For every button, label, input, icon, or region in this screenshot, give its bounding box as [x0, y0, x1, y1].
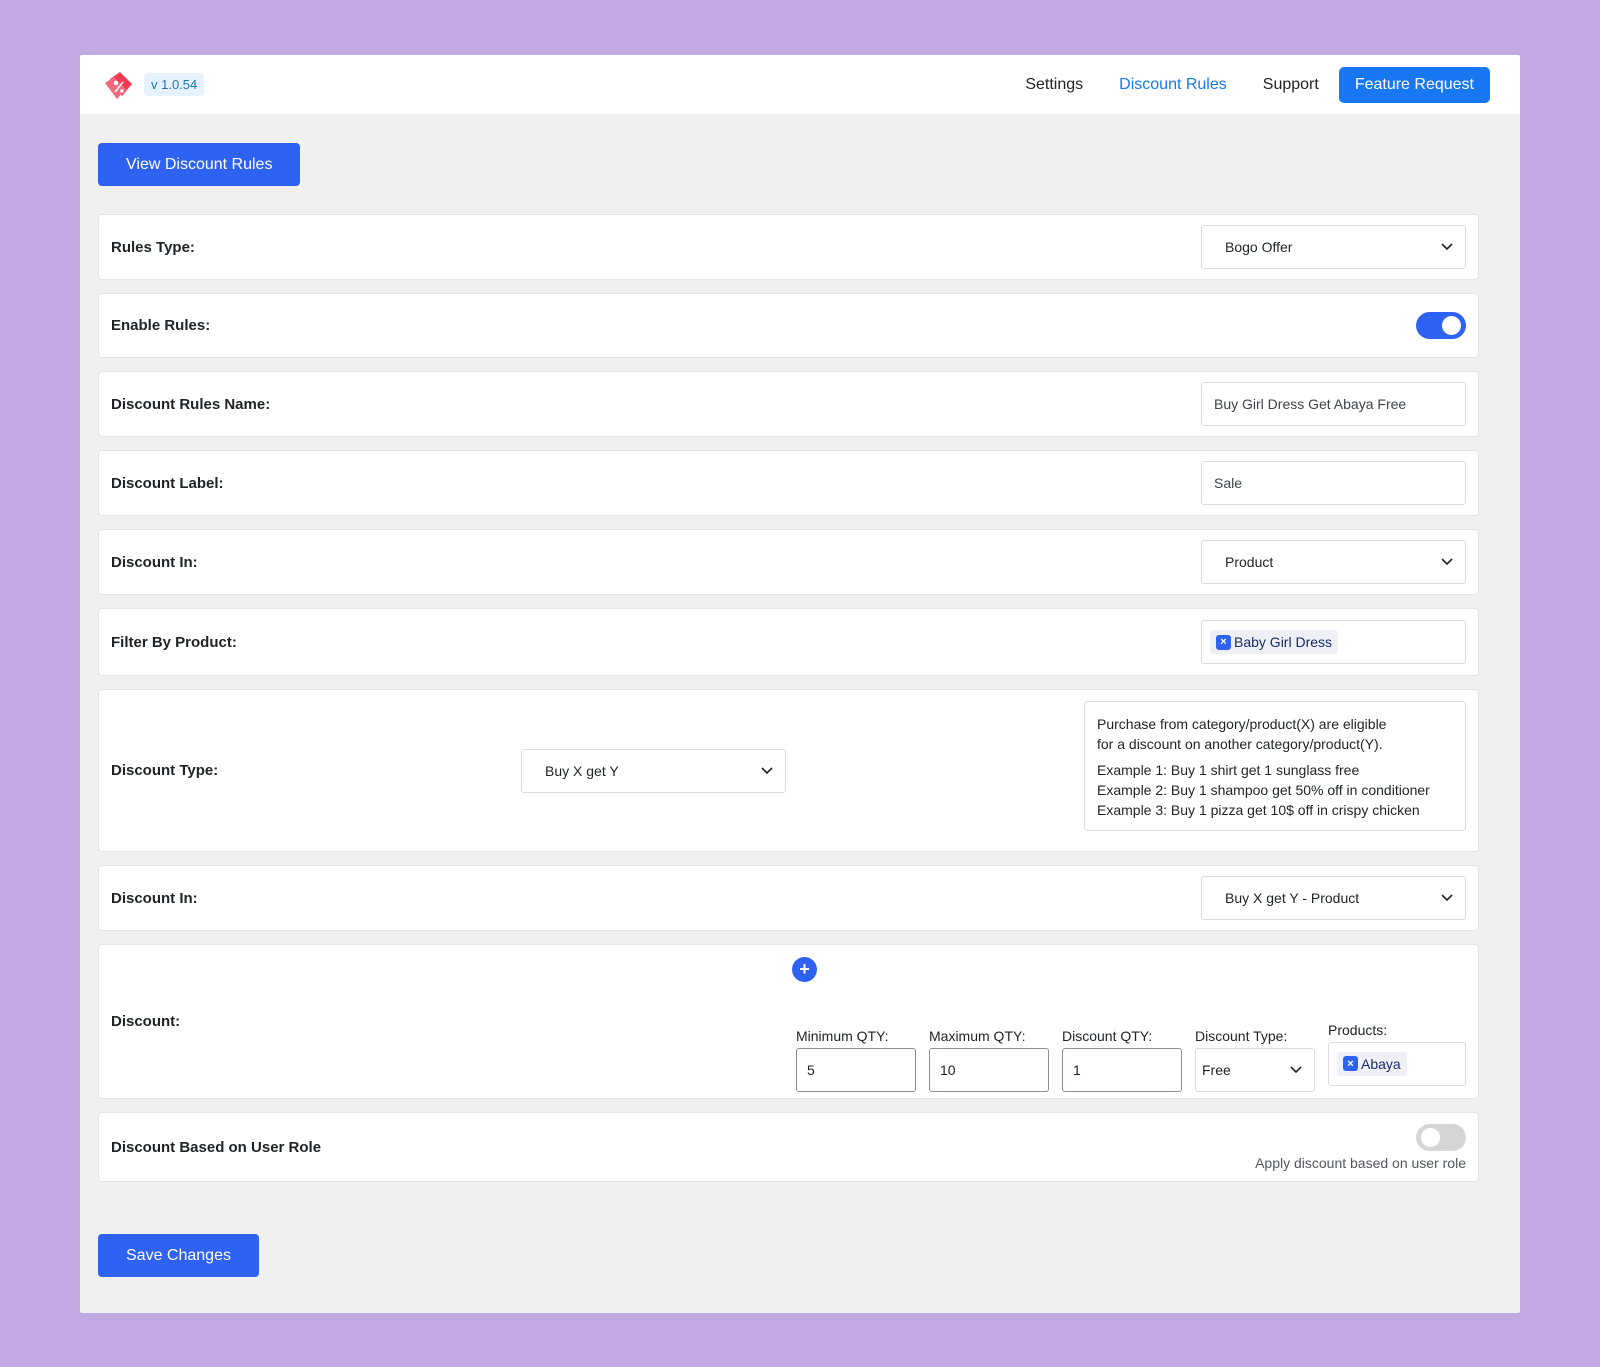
- nav-settings[interactable]: Settings: [1025, 76, 1083, 94]
- user-role-row: Discount Based on User Role Apply discou…: [98, 1112, 1479, 1182]
- add-discount-icon[interactable]: +: [792, 957, 817, 982]
- discount-qty-group: Discount QTY: 1: [1062, 1028, 1182, 1092]
- user-role-toggle[interactable]: [1416, 1123, 1466, 1151]
- remove-tag-icon[interactable]: ×: [1216, 634, 1231, 650]
- chevron-down-icon: [1441, 558, 1453, 566]
- version-badge: v 1.0.54: [144, 73, 205, 96]
- discount-label: Discount:: [111, 1013, 181, 1030]
- example-1: Example 1: Buy 1 shirt get 1 sunglass fr…: [1097, 762, 1360, 778]
- view-discount-rules-button[interactable]: View Discount Rules: [98, 143, 301, 186]
- discount-type-value: Buy X get Y: [545, 762, 619, 779]
- discount-qty-input[interactable]: 1: [1062, 1047, 1182, 1092]
- min-qty-input[interactable]: 5: [796, 1047, 916, 1092]
- max-qty-label: Maximum QTY:: [929, 1027, 1026, 1044]
- example-2: Example 2: Buy 1 shampoo get 50% off in …: [1097, 782, 1430, 798]
- save-changes-button[interactable]: Save Changes: [98, 1234, 259, 1277]
- max-qty-input[interactable]: 10: [929, 1047, 1049, 1092]
- discount-type-select[interactable]: Buy X get Y: [521, 748, 786, 793]
- filter-product-multiselect[interactable]: × Baby Girl Dress: [1201, 620, 1466, 664]
- top-bar: v 1.0.54 Settings Discount Rules Support…: [80, 55, 1520, 114]
- discount-type-mini-label: Discount Type:: [1195, 1027, 1288, 1044]
- enable-rules-row: Enable Rules:: [98, 293, 1479, 358]
- rules-name-input[interactable]: Buy Girl Dress Get Abaya Free: [1201, 382, 1466, 426]
- toggle-knob: [1442, 316, 1461, 335]
- discount-in-select[interactable]: Product: [1201, 540, 1466, 584]
- product-tag-label: Baby Girl Dress: [1234, 634, 1333, 650]
- main-nav: Settings Discount Rules Support Feature …: [989, 66, 1490, 103]
- user-role-control: Apply discount based on user role: [1255, 1123, 1466, 1171]
- product-tag-label: Abaya: [1361, 1055, 1401, 1072]
- rules-type-value: Bogo Offer: [1225, 239, 1293, 255]
- info-line-1: Purchase from category/product(X) are el…: [1097, 716, 1387, 732]
- min-qty-group: Minimum QTY: 5: [796, 1028, 916, 1092]
- filter-product-label: Filter By Product:: [111, 633, 237, 651]
- user-role-label: Discount Based on User Role: [111, 1138, 322, 1156]
- main-content: View Discount Rules Rules Type: Bogo Off…: [80, 114, 1520, 1277]
- app-window: v 1.0.54 Settings Discount Rules Support…: [80, 55, 1520, 1313]
- discount-label-input[interactable]: Sale: [1201, 461, 1466, 505]
- discount-type-info: Purchase from category/product(X) are el…: [1084, 701, 1466, 831]
- enable-rules-toggle[interactable]: [1416, 312, 1466, 339]
- rules-name-label: Discount Rules Name:: [111, 395, 271, 413]
- chevron-down-icon: [1441, 243, 1453, 251]
- products-group: Products: × Abaya: [1328, 1022, 1466, 1086]
- discount-label-label: Discount Label:: [111, 474, 224, 492]
- info-line-2: for a discount on another category/produ…: [1097, 736, 1383, 752]
- discount-label-row: Discount Label: Sale: [98, 450, 1479, 516]
- feature-request-button[interactable]: Feature Request: [1338, 66, 1490, 103]
- nav-support[interactable]: Support: [1263, 76, 1319, 94]
- min-qty-label: Minimum QTY:: [796, 1027, 889, 1044]
- user-role-hint: Apply discount based on user role: [1255, 1154, 1466, 1171]
- chevron-down-icon: [1441, 894, 1453, 902]
- products-label: Products:: [1328, 1021, 1388, 1038]
- discount-in-2-row: Discount In: Buy X get Y - Product: [98, 865, 1479, 931]
- discount-in-2-value: Buy X get Y - Product: [1225, 890, 1360, 906]
- discount-type-label: Discount Type:: [111, 762, 219, 779]
- discount-row: Discount: + Minimum QTY: 5 Maximum QTY: …: [98, 944, 1479, 1099]
- discount-qty-label: Discount QTY:: [1062, 1027, 1153, 1044]
- product-tag: × Abaya: [1337, 1051, 1407, 1076]
- discount-in-label: Discount In:: [111, 553, 198, 571]
- max-qty-group: Maximum QTY: 10: [929, 1028, 1049, 1092]
- toggle-knob: [1421, 1127, 1440, 1147]
- discount-type-row: Discount Type: Buy X get Y Purchase from…: [98, 689, 1479, 852]
- products-multiselect[interactable]: × Abaya: [1328, 1041, 1466, 1086]
- discount-fields: Minimum QTY: 5 Maximum QTY: 10 Discount …: [796, 1022, 1466, 1092]
- chevron-down-icon: [1290, 1065, 1302, 1073]
- remove-tag-icon[interactable]: ×: [1343, 1056, 1358, 1071]
- filter-product-row: Filter By Product: × Baby Girl Dress: [98, 608, 1479, 676]
- discount-type-mini-select[interactable]: Free: [1195, 1047, 1315, 1092]
- rules-type-row: Rules Type: Bogo Offer: [98, 214, 1479, 280]
- rules-type-select[interactable]: Bogo Offer: [1201, 225, 1466, 269]
- discount-in-2-select[interactable]: Buy X get Y - Product: [1201, 876, 1466, 920]
- discount-type-group: Discount Type: Free: [1195, 1028, 1315, 1092]
- example-3: Example 3: Buy 1 pizza get 10$ off in cr…: [1097, 802, 1420, 818]
- rules-name-row: Discount Rules Name: Buy Girl Dress Get …: [98, 371, 1479, 437]
- product-tag: × Baby Girl Dress: [1210, 630, 1339, 654]
- rules-type-label: Rules Type:: [111, 238, 195, 256]
- discount-in-2-label: Discount In:: [111, 889, 198, 907]
- discount-in-value: Product: [1225, 554, 1274, 570]
- nav-discount-rules[interactable]: Discount Rules: [1119, 76, 1227, 94]
- chevron-down-icon: [761, 766, 773, 774]
- enable-rules-label: Enable Rules:: [111, 317, 211, 334]
- price-tag-icon[interactable]: [102, 67, 138, 103]
- discount-in-row: Discount In: Product: [98, 529, 1479, 595]
- discount-type-mini-value: Free: [1202, 1061, 1231, 1078]
